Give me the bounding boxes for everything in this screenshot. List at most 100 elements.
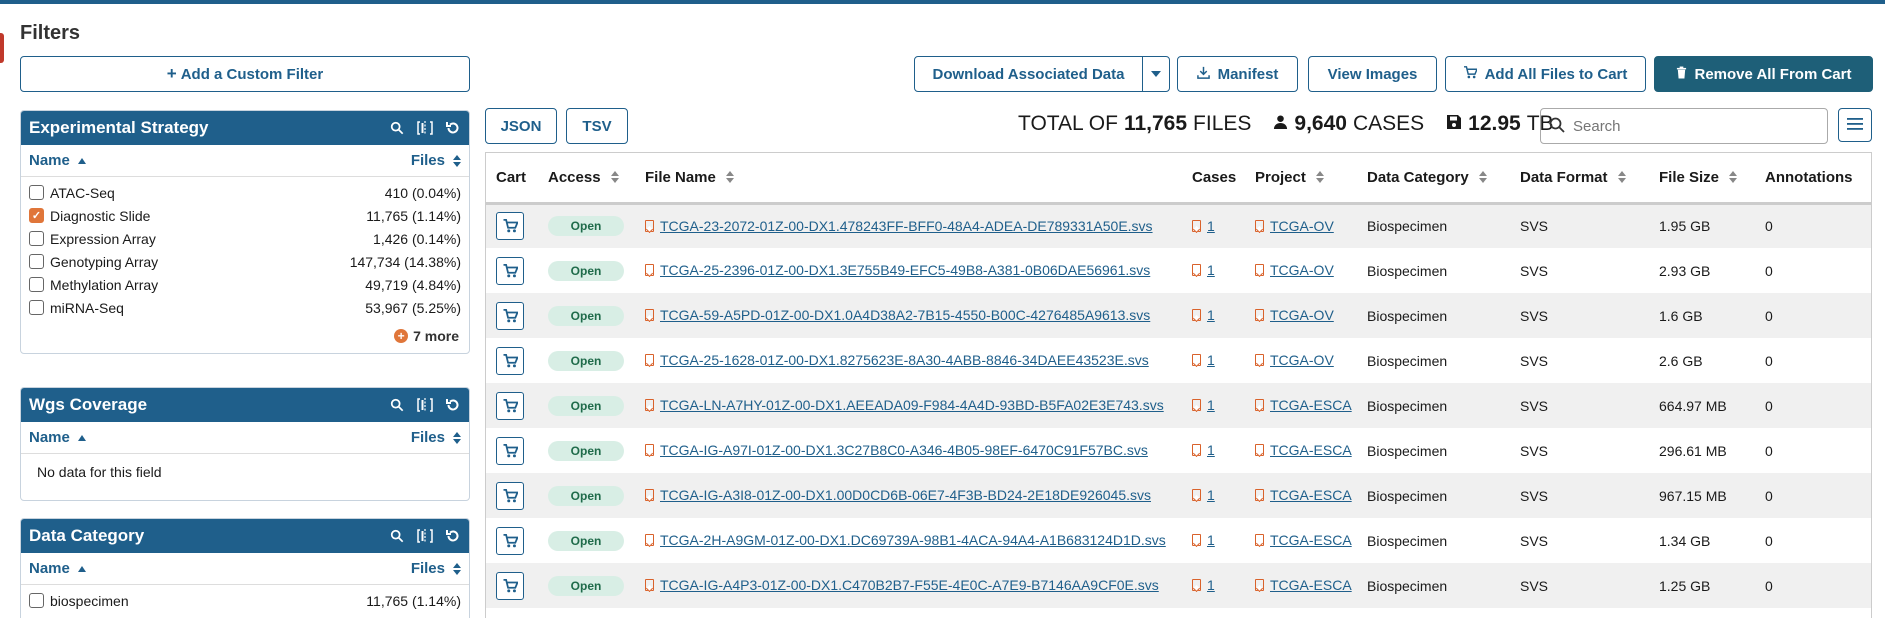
tsv-export-button[interactable]: TSV: [566, 108, 628, 144]
sort-by-name[interactable]: Name: [29, 152, 86, 169]
file-name-link[interactable]: TCGA-IG-A4P3-01Z-00-DX1.C470B2B7-F55E-4E…: [645, 577, 1159, 593]
annotations-cell: 0: [1765, 352, 1773, 369]
checkbox[interactable]: [29, 277, 44, 292]
facet-option-biospecimen[interactable]: biospecimen 11,765 (1.14%): [21, 589, 469, 612]
column-header-file-name[interactable]: File Name: [635, 153, 1182, 205]
cases-link[interactable]: 1: [1192, 307, 1215, 323]
sort-by-files[interactable]: Files: [411, 152, 461, 169]
search-icon[interactable]: [389, 397, 405, 413]
checkbox[interactable]: [29, 593, 44, 608]
option-label: Genotyping Array: [50, 253, 159, 270]
cart-icon: [503, 219, 518, 233]
file-name-text: TCGA-LN-A7HY-01Z-00-DX1.AEEADA09-F984-4A…: [660, 397, 1164, 413]
cases-link[interactable]: 1: [1192, 352, 1215, 368]
view-images-button[interactable]: View Images: [1308, 56, 1437, 92]
search-input[interactable]: [1573, 117, 1813, 135]
reset-icon[interactable]: [445, 120, 461, 136]
sort-by-files[interactable]: Files: [411, 560, 461, 577]
json-export-button[interactable]: JSON: [485, 108, 557, 144]
add-all-files-to-cart-button[interactable]: Add All Files to Cart: [1445, 56, 1646, 92]
cases-link[interactable]: 1: [1192, 577, 1215, 593]
add-to-cart-button[interactable]: [496, 346, 524, 375]
file-name-link[interactable]: TCGA-59-A5PD-01Z-00-DX1.0A4D38A2-7B15-45…: [645, 307, 1150, 323]
search-icon[interactable]: [389, 528, 405, 544]
file-name-link[interactable]: TCGA-25-1628-01Z-00-DX1.8275623E-8A30-4A…: [645, 352, 1149, 368]
project-link[interactable]: TCGA-OV: [1255, 218, 1334, 234]
checkbox[interactable]: [29, 231, 44, 246]
add-to-cart-button[interactable]: [496, 391, 524, 420]
cases-cell: 1: [1182, 473, 1245, 518]
file-name-link[interactable]: TCGA-23-2072-01Z-00-DX1.478243FF-BFF0-48…: [645, 218, 1153, 234]
chevron-down-icon[interactable]: [1143, 71, 1169, 77]
add-custom-filter-button[interactable]: + Add a Custom Filter: [20, 56, 470, 92]
remove-all-from-cart-button[interactable]: Remove All From Cart: [1654, 56, 1873, 92]
add-to-cart-button[interactable]: [496, 301, 524, 330]
column-header-data-format[interactable]: Data Format: [1510, 153, 1649, 205]
reset-icon[interactable]: [445, 528, 461, 544]
checkbox[interactable]: [29, 185, 44, 200]
cases-link[interactable]: 1: [1192, 442, 1215, 458]
flip-icon[interactable]: [417, 120, 433, 136]
checkbox[interactable]: [29, 254, 44, 269]
flip-icon[interactable]: [417, 397, 433, 413]
column-header-file-size[interactable]: File Size: [1649, 153, 1755, 205]
file-name-link[interactable]: TCGA-IG-A3I8-01Z-00-DX1.00D0CD6B-06E7-4F…: [645, 487, 1151, 503]
facet-option-expression-array[interactable]: Expression Array 1,426 (0.14%): [21, 227, 469, 250]
column-menu-button[interactable]: [1838, 108, 1872, 142]
project-link[interactable]: TCGA-OV: [1255, 352, 1334, 368]
checkbox-checked[interactable]: ✓: [29, 208, 44, 223]
cases-link[interactable]: 1: [1192, 532, 1215, 548]
sort-icon: [1315, 171, 1324, 184]
facet-option-genotyping-array[interactable]: Genotyping Array 147,734 (14.38%): [21, 250, 469, 273]
files-column-label: Files: [410, 152, 445, 169]
flip-icon[interactable]: [417, 528, 433, 544]
cases-link[interactable]: 1: [1192, 262, 1215, 278]
files-column-label: Files: [410, 560, 445, 577]
trash-icon: [1676, 66, 1687, 83]
cases-link[interactable]: 1: [1192, 218, 1215, 234]
data-category-cell: Biospecimen: [1357, 383, 1510, 428]
sort-by-name[interactable]: Name: [29, 429, 86, 446]
manifest-button[interactable]: Manifest: [1177, 56, 1298, 92]
project-link[interactable]: TCGA-ESCA: [1255, 442, 1352, 458]
add-to-cart-button[interactable]: [496, 256, 524, 285]
file-name-link[interactable]: TCGA-25-2396-01Z-00-DX1.3E755B49-EFC5-49…: [645, 262, 1150, 278]
facet-option-diagnostic-slide[interactable]: ✓ Diagnostic Slide 11,765 (1.14%): [21, 204, 469, 227]
bookmark-icon: [1192, 399, 1201, 411]
file-name-link[interactable]: TCGA-2H-A9GM-01Z-00-DX1.DC69739A-98B1-4A…: [645, 532, 1166, 548]
facet-option-mirna-seq[interactable]: miRNA-Seq 53,967 (5.25%): [21, 296, 469, 319]
column-header-data-category[interactable]: Data Category: [1357, 153, 1510, 205]
facet-option-atac-seq[interactable]: ATAC-Seq 410 (0.04%): [21, 181, 469, 204]
add-to-cart-button[interactable]: [496, 571, 524, 600]
project-link[interactable]: TCGA-ESCA: [1255, 532, 1352, 548]
file-name-link[interactable]: TCGA-IG-A97I-01Z-00-DX1.3C27B8C0-A346-4B…: [645, 442, 1148, 458]
add-to-cart-button[interactable]: [496, 481, 524, 510]
header-label: Access: [548, 168, 601, 186]
checkbox[interactable]: [29, 300, 44, 315]
cases-link[interactable]: 1: [1192, 487, 1215, 503]
show-more-button[interactable]: + 7 more: [21, 319, 469, 353]
header-label: File Name: [645, 168, 716, 186]
project-link[interactable]: TCGA-ESCA: [1255, 577, 1352, 593]
add-to-cart-button[interactable]: [496, 436, 524, 465]
project-link[interactable]: TCGA-ESCA: [1255, 397, 1352, 413]
file-name-link[interactable]: TCGA-LN-A7HY-01Z-00-DX1.AEEADA09-F984-4A…: [645, 397, 1164, 413]
sort-icon: [1478, 171, 1487, 184]
project-link[interactable]: TCGA-ESCA: [1255, 487, 1352, 503]
add-to-cart-button[interactable]: [496, 212, 524, 241]
sort-by-name[interactable]: Name: [29, 560, 86, 577]
column-header-project[interactable]: Project: [1245, 153, 1357, 205]
reset-icon[interactable]: [445, 397, 461, 413]
option-count: 147,734 (14.38%): [349, 253, 461, 270]
project-link[interactable]: TCGA-OV: [1255, 262, 1334, 278]
sort-by-files[interactable]: Files: [411, 429, 461, 446]
search-icon[interactable]: [389, 120, 405, 136]
filters-title: Filters: [20, 22, 81, 44]
cases-link[interactable]: 1: [1192, 397, 1215, 413]
download-associated-data-button[interactable]: Download Associated Data: [915, 66, 1142, 83]
column-header-access[interactable]: Access: [538, 153, 635, 205]
project-link[interactable]: TCGA-OV: [1255, 307, 1334, 323]
facet-option-methylation-array[interactable]: Methylation Array 49,719 (4.84%): [21, 273, 469, 296]
add-to-cart-button[interactable]: [496, 526, 524, 555]
option-label: Expression Array: [50, 230, 156, 247]
